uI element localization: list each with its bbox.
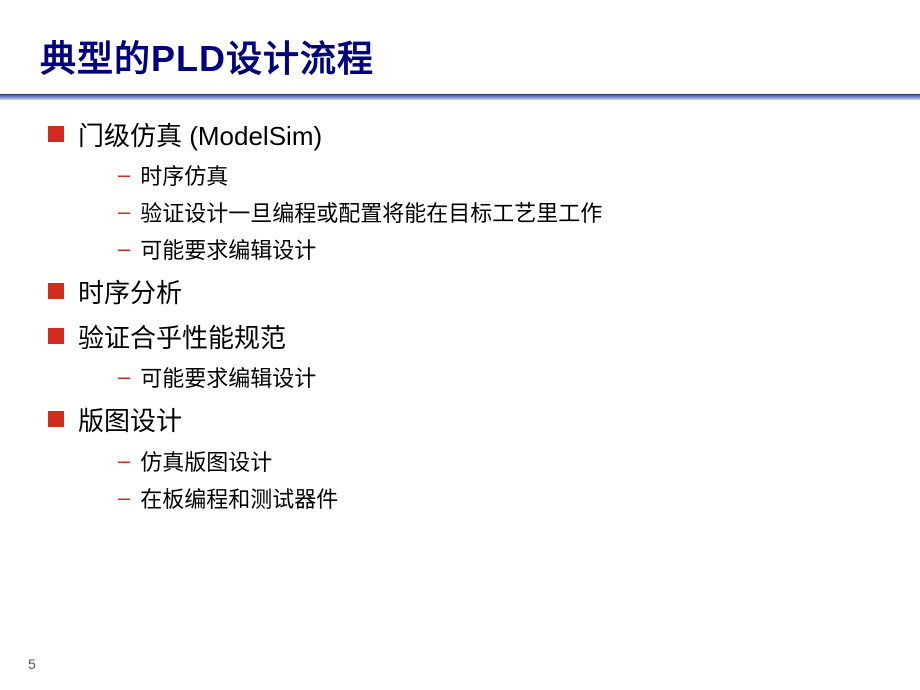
slide-title: 典型的PLD设计流程 [40, 30, 880, 82]
bullet-text: 在板编程和测试器件 [140, 483, 338, 516]
dash-bullet-icon: – [118, 446, 130, 477]
bullet-text: 验证设计一旦编程或配置将能在目标工艺里工作 [140, 197, 602, 230]
bullet-level1: 验证合乎性能规范 [48, 320, 880, 356]
square-bullet-icon [48, 283, 64, 299]
page-number: 5 [28, 656, 36, 672]
bullet-text: 版图设计 [78, 403, 182, 439]
bullet-level2: – 可能要求编辑设计 [118, 234, 880, 267]
dash-bullet-icon: – [118, 483, 130, 514]
bullet-level2: – 时序仿真 [118, 160, 880, 193]
bullet-text: 可能要求编辑设计 [140, 362, 316, 395]
square-bullet-icon [48, 328, 64, 344]
bullet-level2: – 可能要求编辑设计 [118, 362, 880, 395]
bullet-level1: 时序分析 [48, 275, 880, 311]
slide: 典型的PLD设计流程 门级仿真 (ModelSim) – 时序仿真 – 验证设计… [0, 0, 920, 690]
bullet-text: 可能要求编辑设计 [140, 234, 316, 267]
bullet-text: 仿真版图设计 [140, 446, 272, 479]
title-divider [0, 94, 920, 100]
dash-bullet-icon: – [118, 234, 130, 265]
bullet-text: 验证合乎性能规范 [78, 320, 286, 356]
bullet-text: 时序仿真 [140, 160, 228, 193]
dash-bullet-icon: – [118, 197, 130, 228]
dash-bullet-icon: – [118, 362, 130, 393]
bullet-level1: 版图设计 [48, 403, 880, 439]
bullet-level1: 门级仿真 (ModelSim) [48, 118, 880, 154]
dash-bullet-icon: – [118, 160, 130, 191]
bullet-text: 门级仿真 (ModelSim) [78, 118, 322, 154]
bullet-text: 时序分析 [78, 275, 182, 311]
bullet-level2: – 验证设计一旦编程或配置将能在目标工艺里工作 [118, 197, 880, 230]
bullet-level2: – 仿真版图设计 [118, 446, 880, 479]
square-bullet-icon [48, 411, 64, 427]
slide-content: 门级仿真 (ModelSim) – 时序仿真 – 验证设计一旦编程或配置将能在目… [40, 118, 880, 516]
bullet-level2: – 在板编程和测试器件 [118, 483, 880, 516]
square-bullet-icon [48, 126, 64, 142]
